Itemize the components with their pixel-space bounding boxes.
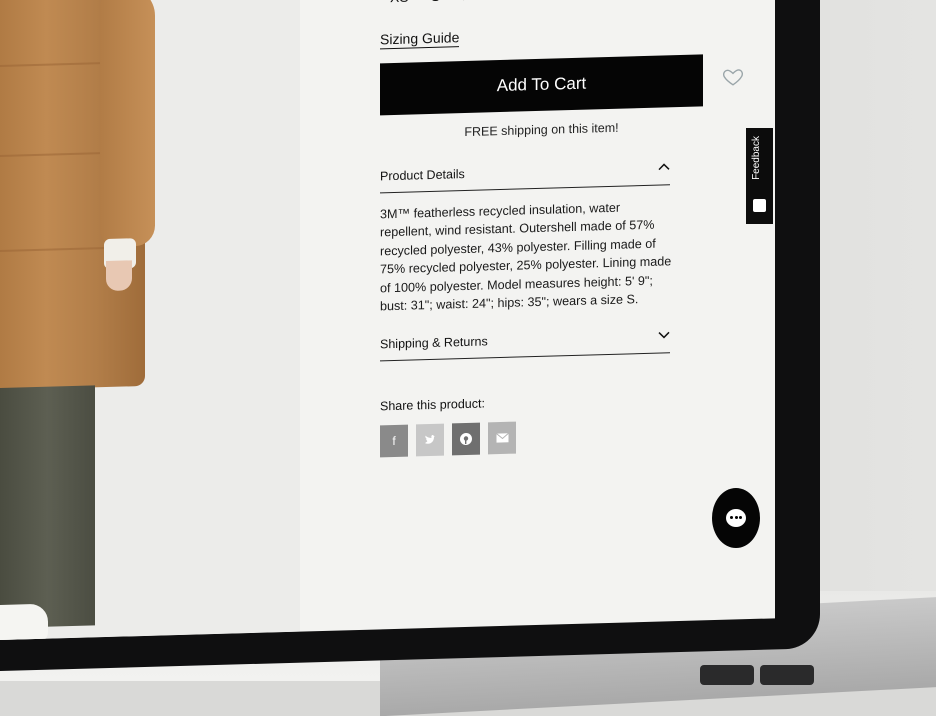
model-shoe [0,603,48,640]
coat-sleeve [100,0,155,248]
model-hand [106,260,132,292]
product-details-header[interactable]: Product Details [380,161,670,194]
chat-icon [726,509,746,527]
screen: XS S M L XL Sizing Guide Add To Cart FRE… [0,0,775,640]
size-option[interactable]: S [431,0,440,4]
email-icon[interactable] [488,421,516,455]
share-label: Share this product: [380,396,485,414]
size-option[interactable]: XL [526,0,543,1]
coat-stitch [0,151,110,158]
free-shipping-note: FREE shipping on this item! [464,120,619,140]
product-details-title: Product Details [380,167,465,184]
chevron-down-icon [658,331,670,339]
coat-stitch [0,61,110,68]
add-to-cart-button[interactable]: Add To Cart [380,54,703,116]
product-photo [0,0,300,640]
pinterest-icon[interactable] [452,422,480,456]
feedback-tab[interactable]: Feedback [746,128,773,224]
facebook-icon[interactable]: f [380,424,408,458]
chevron-up-icon [658,163,670,171]
chat-button[interactable] [712,488,760,548]
keyboard-key [760,665,814,685]
coat-stitch [0,246,110,253]
shipping-returns-title: Shipping & Returns [380,334,488,352]
size-option[interactable]: XS [390,0,409,5]
feedback-label: Feedback [751,136,762,180]
size-option[interactable]: M [462,0,474,3]
heart-icon[interactable] [722,65,744,88]
size-selector: XS S M L XL [390,0,543,5]
product-details-body: 3M™ featherless recycled insulation, wat… [380,200,672,314]
shipping-returns-header[interactable]: Shipping & Returns [380,329,670,362]
keyboard-key [700,665,754,685]
share-buttons: f [380,421,516,458]
twitter-icon[interactable] [416,423,444,457]
size-option[interactable]: L [496,0,504,2]
model-pants [0,385,95,628]
feedback-icon [753,199,766,212]
sizing-guide-link[interactable]: Sizing Guide [380,29,460,50]
